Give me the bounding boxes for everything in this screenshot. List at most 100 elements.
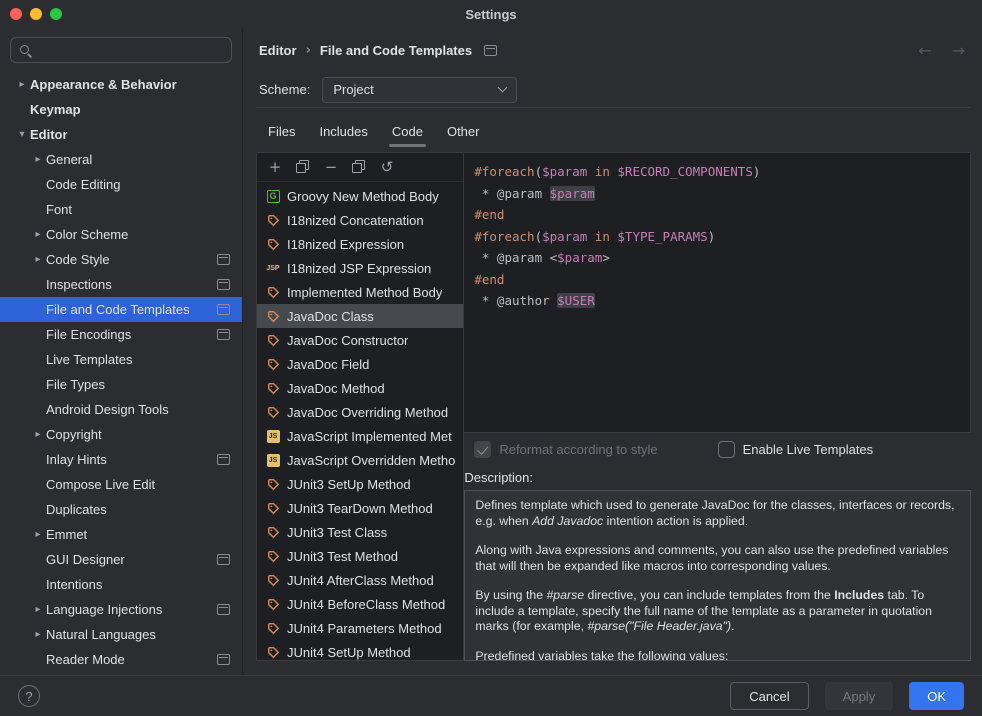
template-item-javascript-implemented-met[interactable]: JSJavaScript Implemented Met (257, 424, 463, 448)
add-template-icon[interactable]: + (267, 159, 283, 175)
template-item-javadoc-class[interactable]: JavaDoc Class (257, 304, 463, 328)
sidebar-item-font[interactable]: Font (0, 197, 242, 222)
maximize-icon[interactable] (50, 8, 62, 20)
template-item-javascript-overridden-metho[interactable]: JSJavaScript Overridden Metho (257, 448, 463, 472)
template-item-groovy-new-method-body[interactable]: GGroovy New Method Body (257, 184, 463, 208)
reset-to-default-icon[interactable]: ↺ (379, 159, 395, 175)
tab-other[interactable]: Other (435, 110, 492, 152)
template-item-i18nized-concatenation[interactable]: I18nized Concatenation (257, 208, 463, 232)
forward-arrow-icon[interactable]: → (952, 41, 965, 60)
apply-button[interactable]: Apply (825, 682, 894, 710)
duplicate-template-icon[interactable] (351, 159, 367, 175)
chevron-right-icon[interactable]: ▸ (30, 429, 46, 440)
chevron-right-icon[interactable]: ▸ (30, 229, 46, 240)
cancel-button[interactable]: Cancel (730, 682, 808, 710)
screen-badge-icon (217, 654, 230, 665)
description-paragraph: By using the #parse directive, you can i… (475, 588, 960, 635)
template-item-i18nized-jsp-expression[interactable]: JSPI18nized JSP Expression (257, 256, 463, 280)
breadcrumb-item-editor[interactable]: Editor (259, 43, 297, 58)
chevron-down-icon[interactable]: ▾ (14, 129, 30, 140)
ok-button[interactable]: OK (909, 682, 964, 710)
template-item-javadoc-constructor[interactable]: JavaDoc Constructor (257, 328, 463, 352)
template-item-junit4-beforeclass-method[interactable]: JUnit4 BeforeClass Method (257, 592, 463, 616)
sidebar-item-android-design-tools[interactable]: Android Design Tools (0, 397, 242, 422)
sidebar-item-inlay-hints[interactable]: Inlay Hints (0, 447, 242, 472)
template-file-icon (265, 622, 281, 635)
screen-badge-icon (217, 254, 230, 265)
chevron-right-icon[interactable]: ▸ (30, 629, 46, 640)
chevron-right-icon[interactable]: ▸ (30, 529, 46, 540)
screen-badge-icon (217, 279, 230, 290)
template-item-junit3-teardown-method[interactable]: JUnit3 TearDown Method (257, 496, 463, 520)
template-item-junit4-parameters-method[interactable]: JUnit4 Parameters Method (257, 616, 463, 640)
tab-files[interactable]: Files (256, 110, 307, 152)
template-item-junit3-setup-method[interactable]: JUnit3 SetUp Method (257, 472, 463, 496)
template-editor[interactable]: #foreach($param in $RECORD_COMPONENTS) *… (464, 153, 971, 433)
remove-template-icon[interactable]: − (323, 159, 339, 175)
template-item-javadoc-field[interactable]: JavaDoc Field (257, 352, 463, 376)
reformat-checkbox: Reformat according to style (474, 441, 657, 458)
minimize-icon[interactable] (30, 8, 42, 20)
back-arrow-icon[interactable]: ← (918, 41, 931, 60)
template-item-label: JavaDoc Overriding Method (287, 405, 448, 420)
sidebar-item-duplicates[interactable]: Duplicates (0, 497, 242, 522)
template-item-label: JavaScript Implemented Met (287, 429, 452, 444)
sidebar-item-language-injections[interactable]: ▸Language Injections (0, 597, 242, 622)
template-item-junit3-test-class[interactable]: JUnit3 Test Class (257, 520, 463, 544)
template-item-junit4-setup-method[interactable]: JUnit4 SetUp Method (257, 640, 463, 660)
chevron-right-icon[interactable]: ▸ (30, 154, 46, 165)
sidebar-item-intentions[interactable]: Intentions (0, 572, 242, 597)
sidebar-item-emmet[interactable]: ▸Emmet (0, 522, 242, 547)
screen-badge-icon (217, 554, 230, 565)
sidebar-item-appearance-behavior[interactable]: ▸Appearance & Behavior (0, 72, 242, 97)
chevron-down-icon (498, 83, 508, 93)
sidebar-item-label: GUI Designer (46, 552, 209, 567)
search-field[interactable] (10, 37, 232, 63)
template-item-javadoc-method[interactable]: JavaDoc Method (257, 376, 463, 400)
sidebar-item-keymap[interactable]: Keymap (0, 97, 242, 122)
sidebar-item-file-types[interactable]: File Types (0, 372, 242, 397)
scheme-select[interactable]: Project (322, 77, 517, 103)
help-button[interactable]: ? (18, 685, 40, 707)
sidebar-item-general[interactable]: ▸General (0, 147, 242, 172)
live-templates-checkbox[interactable]: Enable Live Templates (718, 441, 874, 458)
sidebar-item-file-encodings[interactable]: File Encodings (0, 322, 242, 347)
template-item-junit3-test-method[interactable]: JUnit3 Test Method (257, 544, 463, 568)
template-item-junit4-afterclass-method[interactable]: JUnit4 AfterClass Method (257, 568, 463, 592)
code-line: #end (474, 204, 960, 226)
description-paragraph: Along with Java expressions and comments… (475, 543, 960, 574)
template-item-i18nized-expression[interactable]: I18nized Expression (257, 232, 463, 256)
sidebar-item-inspections[interactable]: Inspections (0, 272, 242, 297)
search-input[interactable] (39, 43, 223, 58)
template-file-icon (265, 574, 281, 587)
sidebar-item-compose-live-edit[interactable]: Compose Live Edit (0, 472, 242, 497)
sidebar-item-file-and-code-templates[interactable]: File and Code Templates (0, 297, 242, 322)
sidebar-item-natural-languages[interactable]: ▸Natural Languages (0, 622, 242, 647)
sidebar-item-color-scheme[interactable]: ▸Color Scheme (0, 222, 242, 247)
close-icon[interactable] (10, 8, 22, 20)
content: Editor›File and Code Templates ← → Schem… (243, 28, 982, 675)
sidebar-item-editor[interactable]: ▾Editor (0, 122, 242, 147)
sidebar-item-gui-designer[interactable]: GUI Designer (0, 547, 242, 572)
sidebar-item-label: Emmet (46, 527, 230, 542)
settings-tree: ▸Appearance & BehaviorKeymap▾Editor▸Gene… (0, 72, 242, 675)
template-item-label: JUnit4 AfterClass Method (287, 573, 434, 588)
sidebar-item-reader-mode[interactable]: Reader Mode (0, 647, 242, 672)
sidebar-item-code-editing[interactable]: Code Editing (0, 172, 242, 197)
breadcrumb: Editor›File and Code Templates (259, 43, 472, 58)
scheme-value: Project (333, 82, 491, 97)
sidebar-item-copyright[interactable]: ▸Copyright (0, 422, 242, 447)
template-item-implemented-method-body[interactable]: Implemented Method Body (257, 280, 463, 304)
sidebar-item-label: Android Design Tools (46, 402, 230, 417)
tab-includes[interactable]: Includes (307, 110, 379, 152)
sidebar-item-label: Inlay Hints (46, 452, 209, 467)
chevron-right-icon[interactable]: ▸ (14, 79, 30, 90)
chevron-right-icon[interactable]: ▸ (30, 254, 46, 265)
sidebar-item-live-templates[interactable]: Live Templates (0, 347, 242, 372)
copy-template-icon[interactable] (295, 159, 311, 175)
sidebar-item-code-style[interactable]: ▸Code Style (0, 247, 242, 272)
chevron-right-icon[interactable]: ▸ (30, 604, 46, 615)
template-item-label: I18nized Concatenation (287, 213, 424, 228)
tab-code[interactable]: Code (380, 110, 435, 152)
template-item-javadoc-overriding-method[interactable]: JavaDoc Overriding Method (257, 400, 463, 424)
